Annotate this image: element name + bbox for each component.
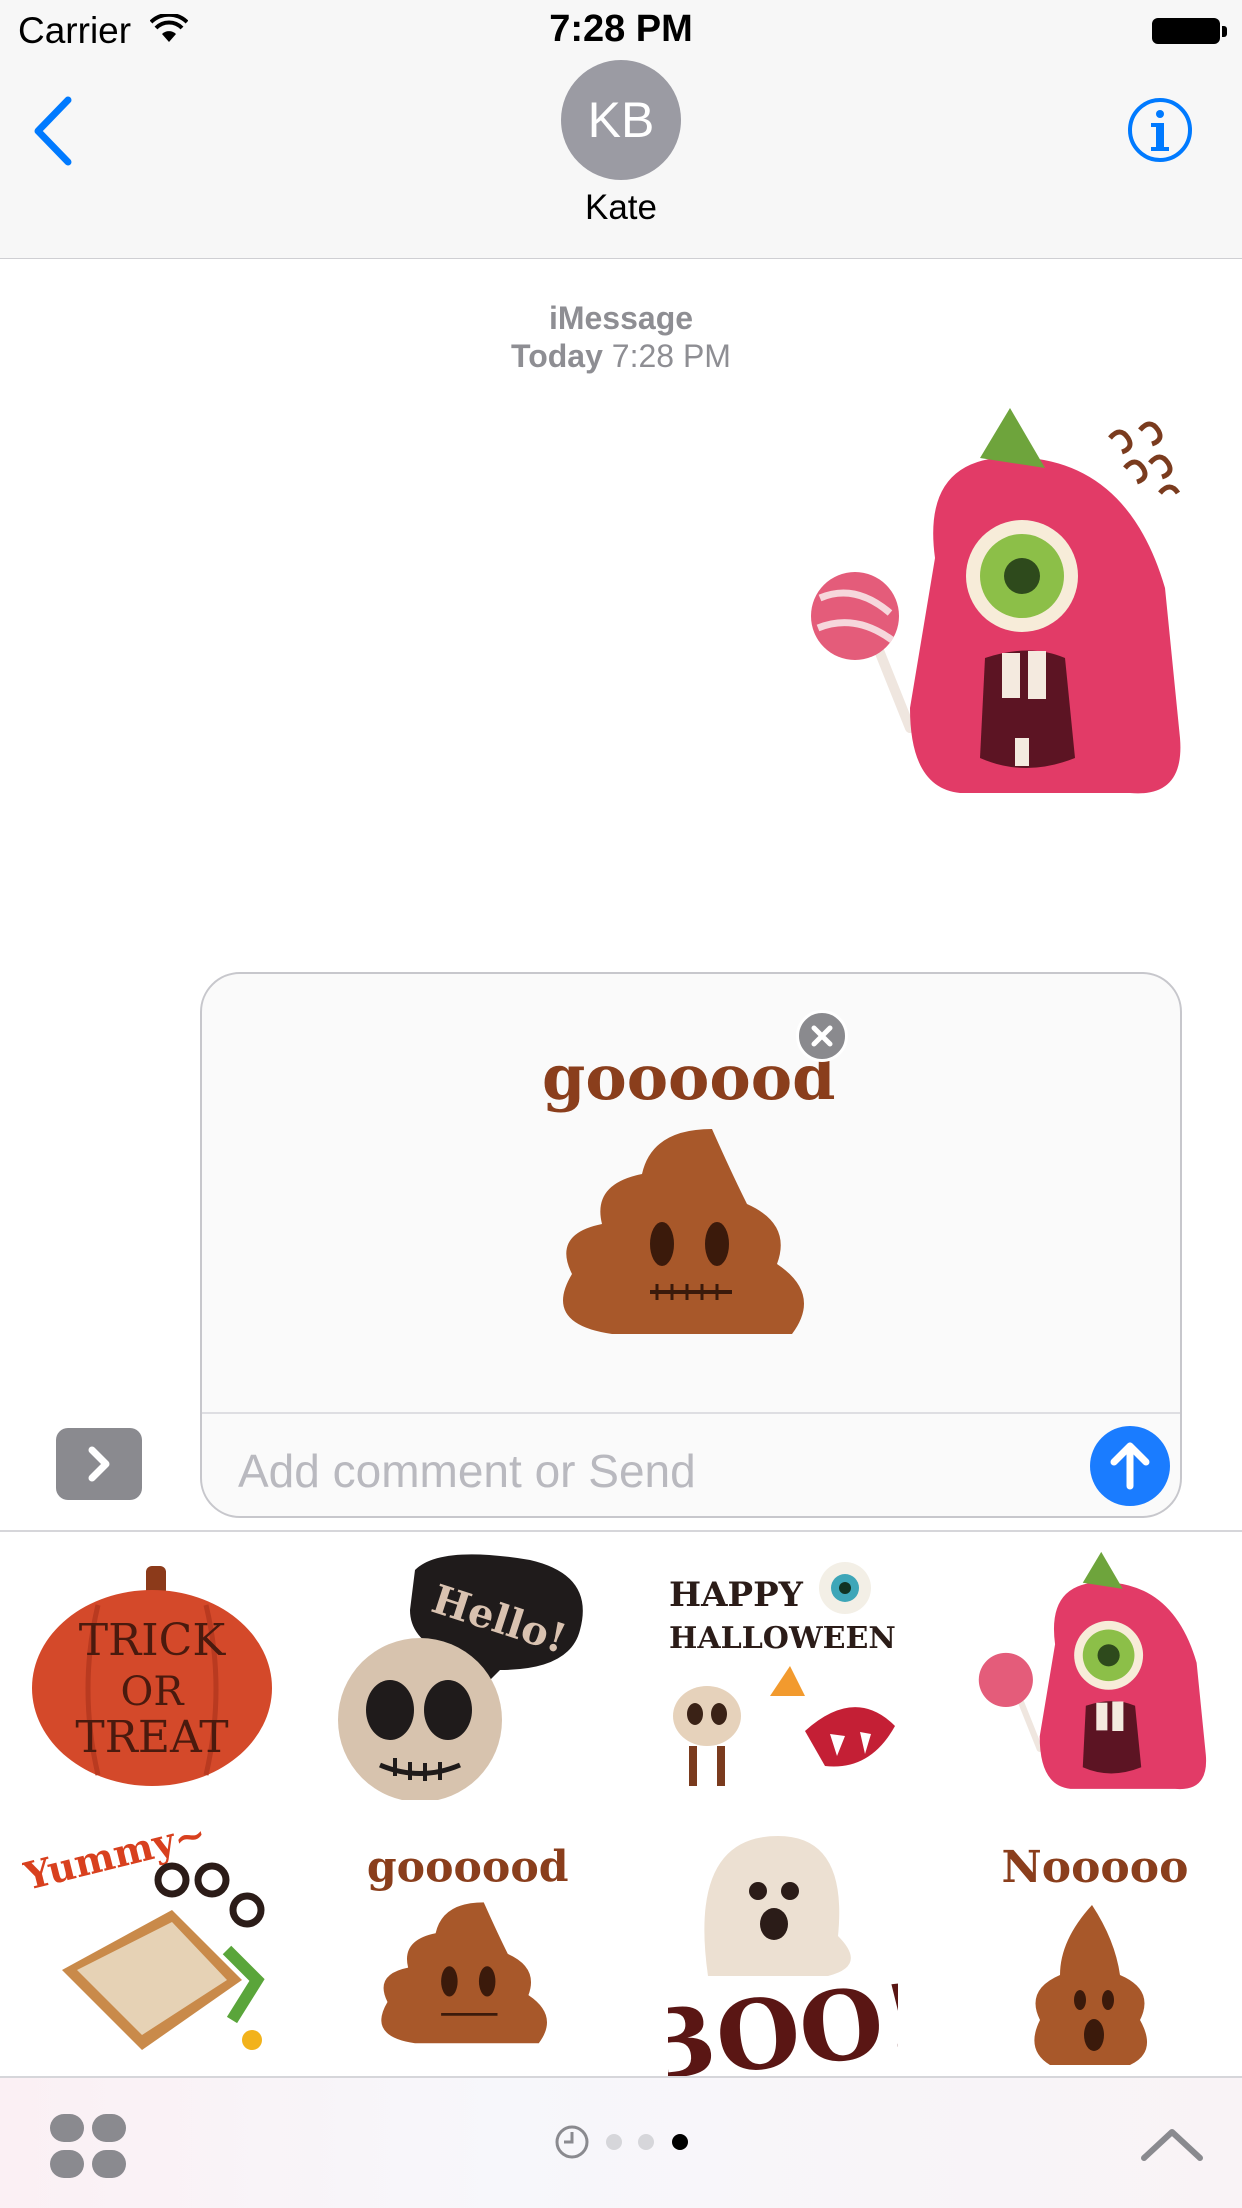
battery-icon — [1152, 18, 1220, 44]
comment-input[interactable]: Add comment or Send — [238, 1444, 696, 1498]
send-button[interactable] — [1090, 1426, 1170, 1506]
sticker-pink-monster[interactable] — [972, 1550, 1212, 1800]
sticker-text-line-1: TRICK — [79, 1615, 227, 1666]
contact-name[interactable]: Kate — [0, 188, 1242, 228]
contact-avatar[interactable]: KB — [561, 60, 681, 180]
sticker-text-line-1: HAPPY — [669, 1575, 804, 1615]
page-dot[interactable] — [606, 2134, 622, 2150]
recents-clock-icon — [555, 2125, 589, 2159]
compose-divider — [202, 1412, 1180, 1414]
expand-apps-button[interactable] — [56, 1428, 142, 1500]
staged-sticker-text: goooood — [542, 1041, 835, 1114]
service-label: iMessage — [548, 300, 694, 336]
compose-field[interactable]: goooood Add comment or Send — [200, 972, 1182, 1518]
page-indicator[interactable] — [552, 2122, 692, 2162]
sticker-text-line-2: HALLOWEEN — [669, 1621, 896, 1656]
sticker-skull-hello[interactable]: Hello! — [330, 1550, 590, 1800]
sticker-text: goooood — [367, 1843, 569, 1893]
timestamp-time: 7:28 PM — [611, 338, 731, 374]
sticker-yummy-sandwich[interactable]: Yummy~ — [22, 1830, 272, 2070]
page-dot[interactable] — [638, 2134, 654, 2150]
sticker-goooood-poop[interactable]: goooood — [360, 1832, 580, 2062]
sent-monster-sticker[interactable] — [800, 408, 1190, 808]
status-time: 7:28 PM — [549, 8, 693, 50]
timestamp-day: Today — [511, 338, 603, 374]
message-timestamp: Today 7:28 PM — [0, 338, 1242, 375]
info-icon[interactable] — [1126, 96, 1194, 164]
sticker-text-line-3: TREAT — [75, 1712, 228, 1763]
chevron-up-icon[interactable] — [1140, 2124, 1204, 2164]
app-drawer-icon[interactable] — [48, 2112, 128, 2180]
sticker-text-line-2: OR — [121, 1669, 186, 1715]
battery-tip — [1222, 26, 1227, 37]
back-chevron-icon[interactable] — [30, 96, 74, 166]
remove-sticker-button[interactable] — [796, 1010, 848, 1062]
sticker-text: Nooooo — [1002, 1842, 1189, 1893]
sticker-boo-ghost[interactable]: BOO! — [668, 1826, 898, 2076]
close-icon — [811, 1025, 833, 1047]
sticker-happy-halloween[interactable]: HAPPY HALLOWEEN — [655, 1556, 905, 1796]
sticker-nooooo-poop[interactable]: Nooooo — [980, 1830, 1210, 2070]
drawer-divider — [0, 1530, 1242, 1532]
page-dot-active[interactable] — [672, 2134, 688, 2150]
arrow-up-icon — [1110, 1442, 1150, 1490]
sticker-trick-or-treat[interactable]: TRICK OR TREAT — [28, 1560, 276, 1790]
staged-poop-sticker: goooood — [542, 1041, 835, 1334]
chevron-right-icon — [88, 1446, 110, 1482]
sticker-text: BOO! — [668, 1961, 898, 2076]
lollipop-icon — [811, 572, 915, 733]
